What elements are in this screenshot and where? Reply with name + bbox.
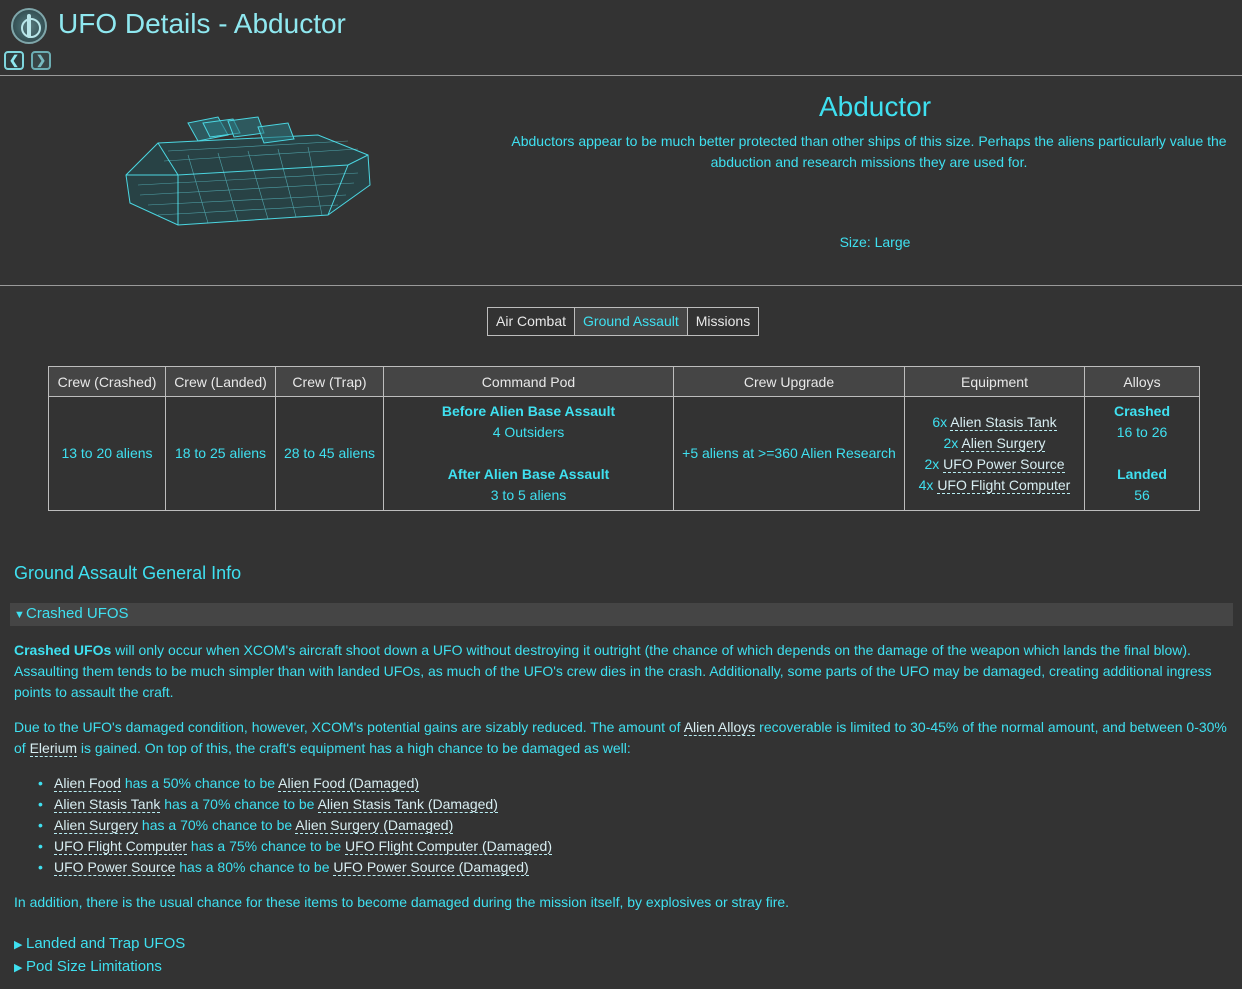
equipment-qty: 6x	[932, 413, 948, 430]
equipment-item: 2x Alien Surgery	[909, 433, 1080, 454]
ground-assault-table: Crew (Crashed) Crew (Landed) Crew (Trap)…	[48, 366, 1200, 511]
table-row: 13 to 20 aliens 18 to 25 aliens 28 to 45…	[48, 396, 1200, 511]
alloys-landed-value: 56	[1134, 487, 1150, 503]
equipment-link[interactable]: Alien Surgery	[961, 434, 1046, 452]
paragraph-text: is gained. On top of this, the craft's e…	[77, 740, 631, 756]
triangle-right-icon: ▶	[14, 962, 23, 974]
summary-text: Pod Size Limitations	[26, 958, 162, 975]
page-title: UFO Details - Abductor	[58, 8, 346, 39]
item-link[interactable]: Alien Food	[54, 775, 121, 792]
crew-crashed-cell: 13 to 20 aliens	[48, 396, 166, 511]
damaged-condition-paragraph: Due to the UFO's damaged condition, howe…	[14, 717, 1232, 759]
list-text: has a 50% chance to be	[120, 775, 279, 791]
item-link[interactable]: UFO Flight Computer	[54, 838, 188, 855]
item-link[interactable]: Alien Stasis Tank	[54, 796, 161, 813]
equipment-item: 4x UFO Flight Computer	[909, 475, 1080, 496]
list-item: UFO Flight Computer has a 75% chance to …	[38, 836, 552, 857]
ufo-hero: Abductor Abductors appear to be much bet…	[0, 77, 1242, 286]
item-link[interactable]: Alien Surgery	[54, 817, 139, 834]
item-link[interactable]: UFO Power Source	[54, 859, 176, 876]
damaged-item-link[interactable]: UFO Power Source (Damaged)	[333, 859, 529, 876]
equipment-cell: 6x Alien Stasis Tank 2x Alien Surgery 2x…	[904, 396, 1085, 511]
ufo-size: Size: Large	[839, 234, 911, 250]
list-item: UFO Power Source has a 80% chance to be …	[38, 857, 552, 878]
pod-size-limitations-summary[interactable]: ▶ Pod Size Limitations	[14, 958, 162, 975]
elerium-link[interactable]: Elerium	[29, 740, 78, 757]
tab-ground-assault[interactable]: Ground Assault	[575, 308, 688, 335]
equipment-item: 6x Alien Stasis Tank	[909, 412, 1080, 433]
crew-trap-cell: 28 to 45 aliens	[275, 396, 384, 511]
list-item: Alien Stasis Tank has a 70% chance to be…	[38, 794, 552, 815]
details-tabs: Air Combat Ground Assault Missions	[487, 307, 760, 336]
alloys-crashed-value: 16 to 26	[1116, 424, 1168, 440]
xcom-logo-icon	[11, 8, 47, 44]
equipment-link[interactable]: UFO Flight Computer	[937, 476, 1071, 494]
crashed-ufos-summary[interactable]: ▼Crashed UFOS	[10, 603, 1233, 626]
summary-text: Crashed UFOS	[26, 605, 129, 622]
list-item: Alien Surgery has a 70% chance to be Ali…	[38, 815, 552, 836]
list-text: has a 70% chance to be	[138, 817, 296, 833]
alloys-cell: Crashed 16 to 26 Landed 56	[1084, 396, 1200, 511]
after-base-assault-value: 3 to 5 aliens	[490, 487, 567, 503]
ufo-name: Abductor	[818, 91, 932, 122]
column-header: Alloys	[1084, 366, 1200, 397]
section-title: Ground Assault General Info	[14, 563, 242, 583]
triangle-right-icon: ▶	[14, 939, 23, 951]
triangle-down-icon: ▼	[14, 609, 25, 621]
next-button[interactable]: ❯	[31, 51, 51, 70]
summary-text: Landed and Trap UFOS	[26, 935, 186, 952]
equipment-qty: 4x	[918, 476, 934, 493]
list-text: has a 80% chance to be	[175, 859, 334, 875]
list-item: Alien Food has a 50% chance to be Alien …	[38, 773, 552, 794]
previous-button[interactable]: ❮	[4, 51, 24, 70]
after-base-assault-label: After Alien Base Assault	[447, 466, 610, 482]
damaged-item-link[interactable]: Alien Surgery (Damaged)	[295, 817, 454, 834]
additional-damage-paragraph: In addition, there is the usual chance f…	[14, 894, 790, 910]
alien-alloys-link[interactable]: Alien Alloys	[683, 719, 756, 736]
paragraph-text: will only occur when XCOM's aircraft sho…	[14, 642, 1212, 700]
damaged-item-link[interactable]: UFO Flight Computer (Damaged)	[345, 838, 552, 855]
column-header: Crew Upgrade	[673, 366, 905, 397]
damaged-item-link[interactable]: Alien Stasis Tank (Damaged)	[317, 796, 498, 813]
column-header: Crew (Trap)	[275, 366, 384, 397]
crashed-ufos-summary-label: ▼Crashed UFOS	[14, 605, 129, 622]
column-header: Crew (Landed)	[165, 366, 276, 397]
table-header-row: Crew (Crashed) Crew (Landed) Crew (Trap)…	[48, 366, 1200, 397]
column-header: Command Pod	[383, 366, 674, 397]
equipment-link[interactable]: Alien Stasis Tank	[950, 413, 1057, 431]
alloys-crashed-label: Crashed	[1113, 403, 1171, 419]
crew-landed-cell: 18 to 25 aliens	[165, 396, 276, 511]
crew-upgrade-cell: +5 aliens at >=360 Alien Research	[673, 396, 905, 511]
ufo-wireframe-image	[125, 116, 371, 226]
crashed-ufos-paragraph: Crashed UFOs will only occur when XCOM's…	[14, 640, 1232, 703]
chevron-left-icon: ❮	[8, 53, 20, 67]
equipment-qty: 2x	[943, 434, 959, 451]
landed-trap-ufos-summary[interactable]: ▶ Landed and Trap UFOS	[14, 935, 185, 952]
equipment-item: 2x UFO Power Source	[909, 454, 1080, 475]
paragraph-text: Due to the UFO's damaged condition, howe…	[14, 719, 684, 735]
list-text: has a 70% chance to be	[160, 796, 318, 812]
ufo-description: Abductors appear to be much better prote…	[511, 133, 1227, 170]
alloys-landed-label: Landed	[1117, 466, 1167, 482]
list-text: has a 75% chance to be	[187, 838, 346, 854]
equipment-qty: 2x	[924, 455, 940, 472]
tab-missions[interactable]: Missions	[688, 308, 758, 335]
before-base-assault-value: 4 Outsiders	[492, 424, 565, 440]
page-header: UFO Details - Abductor ❮ ❯	[0, 0, 1242, 76]
tab-air-combat[interactable]: Air Combat	[488, 308, 576, 335]
crashed-ufos-bold: Crashed UFOs	[14, 642, 112, 658]
column-header: Crew (Crashed)	[48, 366, 166, 397]
column-header: Equipment	[904, 366, 1085, 397]
command-pod-cell: Before Alien Base Assault 4 Outsiders Af…	[383, 396, 674, 511]
before-base-assault-label: Before Alien Base Assault	[441, 403, 616, 419]
chevron-right-icon: ❯	[35, 53, 47, 67]
equipment-link[interactable]: UFO Power Source	[943, 455, 1065, 473]
damage-chance-list: Alien Food has a 50% chance to be Alien …	[38, 773, 552, 878]
damaged-item-link[interactable]: Alien Food (Damaged)	[278, 775, 420, 792]
